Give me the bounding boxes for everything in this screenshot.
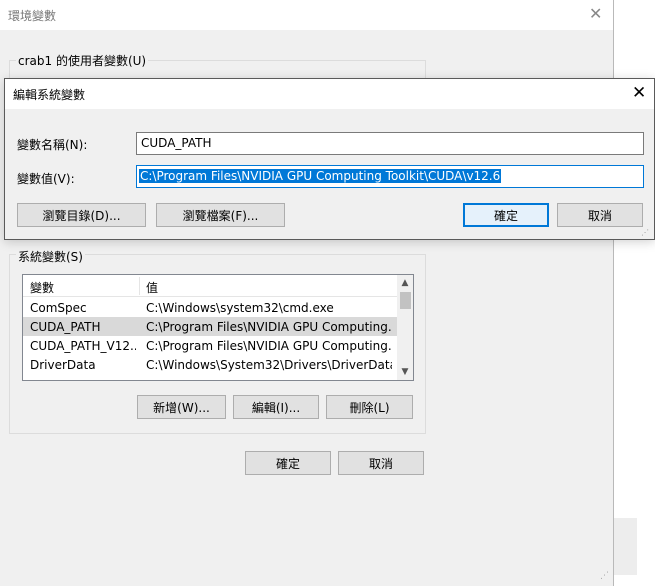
scroll-up-icon[interactable]: ▲ — [397, 275, 413, 291]
row-variable-value: C:\Windows\System32\Drivers\DriverData — [146, 358, 392, 372]
variable-value-input[interactable]: C:\Program Files\NVIDIA GPU Computing To… — [136, 165, 644, 188]
table-row[interactable]: DriverData C:\Windows\System32\Drivers\D… — [23, 355, 397, 374]
scrollbar-thumb[interactable] — [400, 292, 411, 309]
env-ok-button[interactable]: 確定 — [245, 451, 331, 475]
list-header: 變數 值 — [23, 275, 397, 297]
row-variable-name: CUDA_PATH_V12... — [30, 339, 136, 353]
env-cancel-button[interactable]: 取消 — [338, 451, 424, 475]
variable-name-label: 變數名稱(N): — [17, 138, 88, 152]
delete-variable-button[interactable]: 刪除(L) — [326, 395, 413, 419]
selected-value-text: C:\Program Files\NVIDIA GPU Computing To… — [139, 169, 502, 183]
list-scrollbar[interactable]: ▲ ▼ — [397, 275, 413, 380]
column-divider[interactable] — [139, 277, 140, 295]
table-row[interactable]: CUDA_PATH_V12... C:\Program Files\NVIDIA… — [23, 336, 397, 355]
env-dialog-title: 環境變數 — [8, 9, 57, 23]
column-header-value[interactable]: 值 — [146, 279, 158, 296]
row-variable-value: C:\Program Files\NVIDIA GPU Computing... — [146, 320, 392, 334]
close-icon[interactable]: ✕ — [632, 83, 646, 103]
variable-value-label: 變數值(V): — [17, 172, 75, 186]
ok-button[interactable]: 確定 — [463, 203, 549, 227]
browse-file-button[interactable]: 瀏覽檔案(F)... — [156, 203, 285, 227]
browse-directory-button[interactable]: 瀏覽目錄(D)... — [17, 203, 146, 227]
edit-system-variable-dialog: 編輯系統變數 ✕ 變數名稱(N): CUDA_PATH 變數值(V): C:\P… — [4, 78, 655, 240]
edit-variable-button[interactable]: 編輯(I)... — [233, 395, 319, 419]
edit-dialog-titlebar: 編輯系統變數 ✕ — [5, 79, 654, 109]
row-variable-value: C:\Program Files\NVIDIA GPU Computing... — [146, 339, 392, 353]
system-variables-list[interactable]: 變數 值 ComSpec C:\Windows\system32\cmd.exe… — [22, 274, 414, 381]
table-row[interactable]: ComSpec C:\Windows\system32\cmd.exe — [23, 298, 397, 317]
background-window-edge — [614, 518, 637, 575]
scroll-down-icon[interactable]: ▼ — [397, 364, 413, 380]
system-variables-label: 系統變數(S) — [16, 248, 85, 265]
row-variable-name: ComSpec — [30, 301, 87, 315]
row-variable-value: C:\Windows\system32\cmd.exe — [146, 301, 334, 315]
column-header-variable[interactable]: 變數 — [30, 279, 54, 296]
user-variables-label: crab1 的使用者變數(U) — [16, 52, 149, 69]
edit-dialog-title: 編輯系統變數 — [13, 88, 86, 102]
row-variable-name: CUDA_PATH — [30, 320, 101, 334]
cancel-button[interactable]: 取消 — [557, 203, 643, 227]
resize-grip-icon[interactable]: ⋰ — [600, 571, 609, 581]
table-row[interactable]: CUDA_PATH C:\Program Files\NVIDIA GPU Co… — [23, 317, 397, 336]
row-variable-name: DriverData — [30, 358, 96, 372]
variable-name-input[interactable]: CUDA_PATH — [136, 132, 644, 155]
env-dialog-titlebar: 環境變數 ✕ — [0, 0, 613, 30]
env-close-icon[interactable]: ✕ — [589, 5, 602, 23]
new-variable-button[interactable]: 新增(W)... — [137, 395, 226, 419]
resize-grip-icon[interactable]: ⋰ — [641, 228, 649, 237]
